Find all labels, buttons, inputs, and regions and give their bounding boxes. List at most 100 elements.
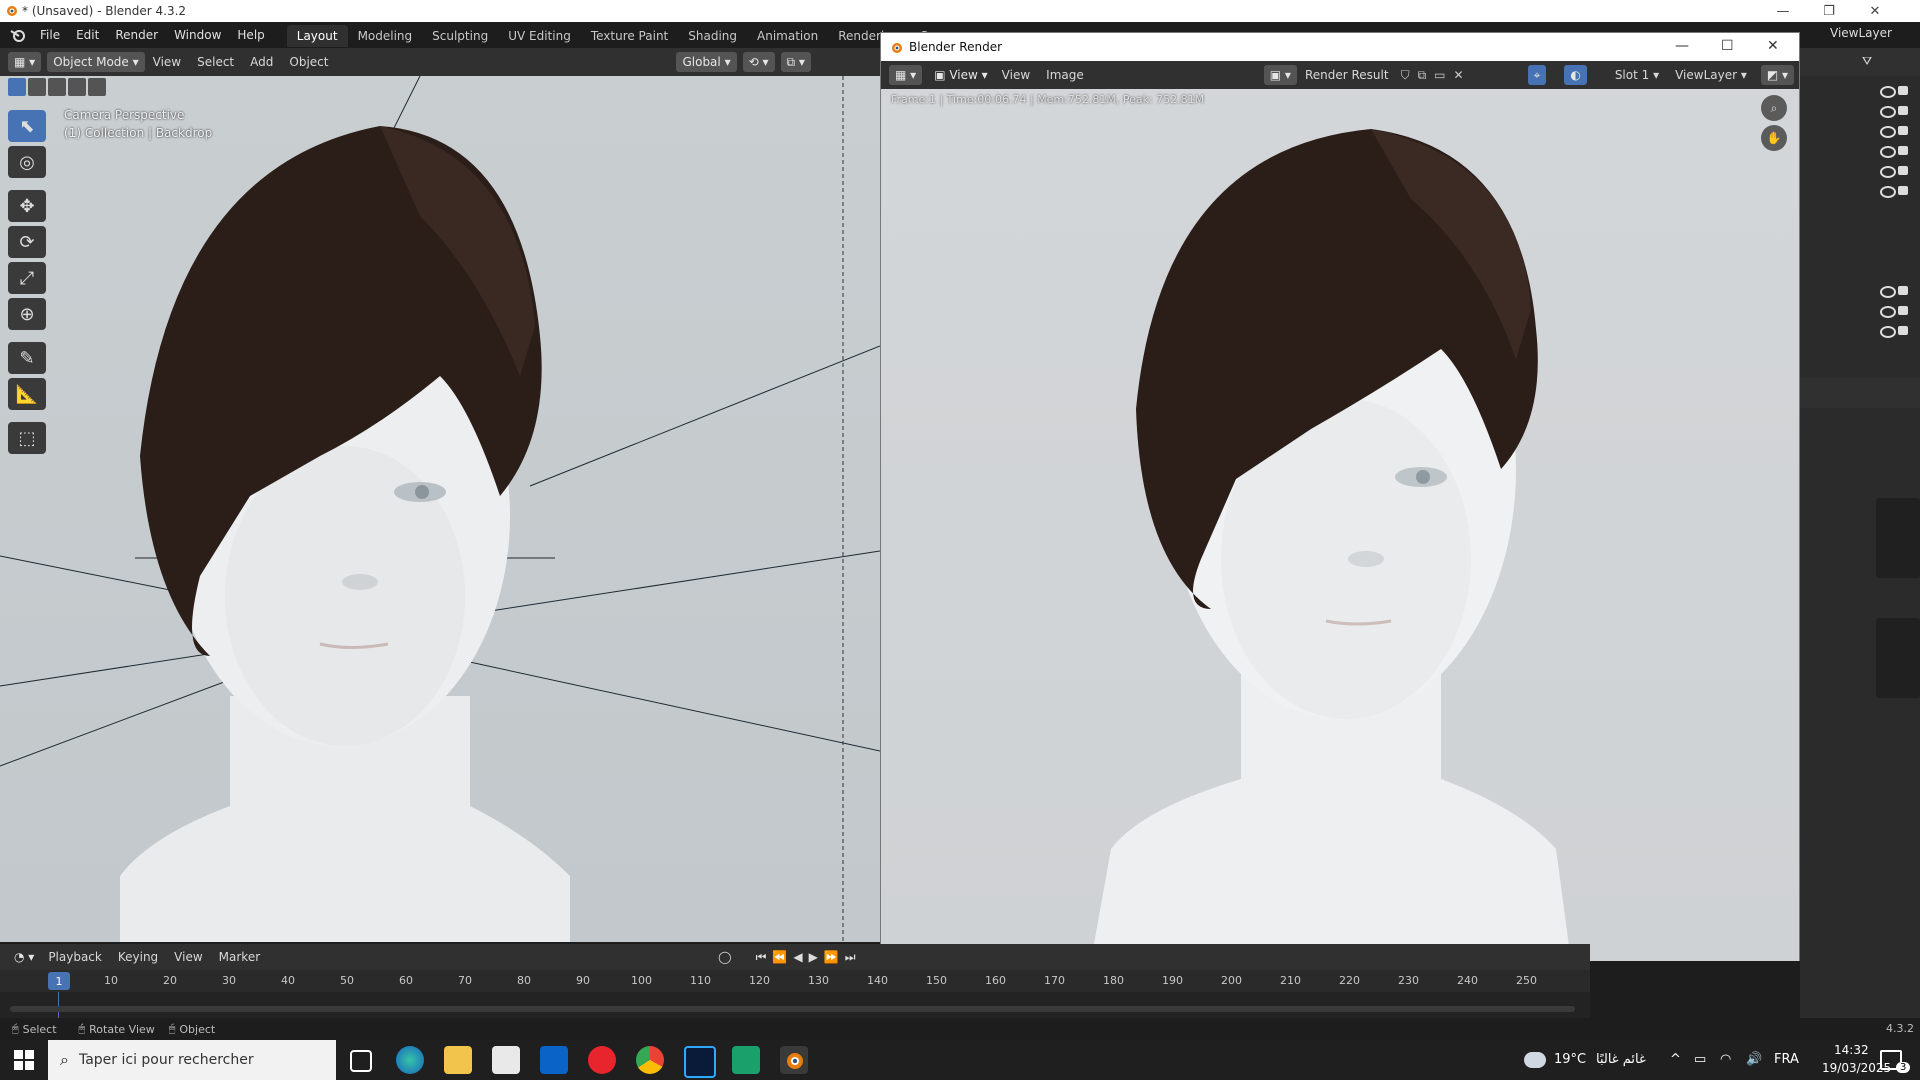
tab-layout[interactable]: Layout — [286, 25, 348, 47]
maximize-button[interactable]: ❐ — [1806, 0, 1852, 22]
taskbar-search-box[interactable]: ⌕ Taper ici pour rechercher — [48, 1040, 336, 1080]
editor-type-dropdown[interactable]: ▦ ▾ — [8, 52, 42, 72]
shield-icon[interactable]: ⛉ — [1401, 68, 1410, 83]
file-explorer-icon[interactable] — [444, 1046, 472, 1074]
store-icon[interactable] — [492, 1046, 520, 1074]
annotate-tool[interactable]: ✎ — [8, 342, 46, 374]
display-channels-dropdown[interactable]: ◩ ▾ — [1760, 65, 1795, 85]
list-box-2[interactable] — [1876, 618, 1920, 698]
timeline-scrollbar[interactable] — [10, 1006, 1575, 1012]
gizmo-toggle[interactable]: ⌖ — [1527, 65, 1547, 85]
eye-icon[interactable] — [1880, 306, 1896, 318]
camera-icon[interactable] — [1898, 286, 1908, 295]
menu-help[interactable]: Help — [229, 22, 272, 48]
select-invert-button[interactable] — [68, 78, 86, 96]
pan-hand-icon[interactable]: ✋ — [1761, 125, 1787, 151]
duplicate-icon[interactable]: ⧉ — [1418, 68, 1427, 83]
camera-icon[interactable] — [1898, 306, 1908, 315]
eye-icon[interactable] — [1880, 146, 1896, 158]
move-tool[interactable]: ✥ — [8, 190, 46, 222]
select-new-button[interactable] — [8, 78, 26, 96]
menu-render[interactable]: Render — [107, 22, 166, 48]
unlink-icon[interactable]: ✕ — [1454, 68, 1464, 82]
chrome-icon[interactable] — [636, 1046, 664, 1074]
eye-icon[interactable] — [1880, 126, 1896, 138]
weather-cloud-icon[interactable] — [1524, 1052, 1546, 1068]
tab-uv-editing[interactable]: UV Editing — [498, 25, 581, 47]
cursor-tool[interactable]: ◎ — [8, 146, 46, 178]
tab-sculpting[interactable]: Sculpting — [422, 25, 498, 47]
rotate-tool[interactable]: ⟳ — [8, 226, 46, 258]
tab-animation[interactable]: Animation — [747, 25, 828, 47]
photoshop-icon[interactable] — [684, 1046, 716, 1078]
tab-texture-paint[interactable]: Texture Paint — [581, 25, 678, 47]
camera-icon[interactable] — [1898, 186, 1908, 195]
timeline-ruler[interactable]: 10 20 30 40 50 60 70 80 90 100 110 120 1… — [0, 970, 1590, 992]
scale-tool[interactable]: ⤢ — [8, 262, 46, 294]
tab-modeling[interactable]: Modeling — [348, 25, 423, 47]
timeline-menu-marker[interactable]: Marker — [211, 950, 268, 964]
3d-viewport[interactable]: Camera Perspective (1) Collection | Back… — [0, 76, 880, 942]
current-frame-indicator[interactable]: 1 — [48, 972, 70, 990]
measure-tool[interactable]: 📐 — [8, 378, 46, 410]
edge-icon[interactable] — [396, 1046, 424, 1074]
folder-icon[interactable]: ▭ — [1434, 68, 1445, 82]
mode-dropdown[interactable]: Object Mode ▾ — [47, 52, 145, 72]
camera-icon[interactable] — [1898, 146, 1908, 155]
image-menu-view[interactable]: View — [994, 68, 1038, 82]
minimize-button[interactable]: — — [1760, 0, 1806, 22]
chevron-up-icon[interactable]: ^ — [1670, 1052, 1681, 1067]
transform-orientation-dropdown[interactable]: Global ▾ — [676, 52, 737, 72]
camera-icon[interactable] — [1898, 86, 1908, 95]
render-result-image[interactable]: Frame:1 | Time:00:06.74 | Mem:752.81M, P… — [881, 89, 1799, 961]
jump-end-icon[interactable]: ⏭ — [845, 950, 856, 965]
timeline-menu-view[interactable]: View — [166, 950, 210, 964]
windows-start-icon[interactable] — [14, 1050, 34, 1070]
clock-time[interactable]: 14:32 — [1834, 1043, 1869, 1057]
next-keyframe-icon[interactable]: ⏩ — [824, 950, 839, 964]
menu-file[interactable]: File — [32, 22, 68, 48]
transform-tool[interactable]: ⊕ — [8, 298, 46, 330]
camera-icon[interactable] — [1898, 326, 1908, 335]
camera-icon[interactable] — [1898, 166, 1908, 175]
eye-icon[interactable] — [1880, 186, 1896, 198]
overlay-toggle[interactable]: ◐ — [1564, 65, 1587, 85]
render-layer-dropdown[interactable]: ViewLayer ▾ — [1667, 68, 1755, 82]
timeline-editor-type-dropdown[interactable]: ◔ ▾ — [8, 947, 41, 967]
play-icon[interactable]: ▶ — [809, 950, 818, 964]
render-minimize-button[interactable]: — — [1675, 38, 1689, 54]
select-extend-button[interactable] — [28, 78, 46, 96]
filter-icon[interactable]: ⛛ — [1862, 54, 1872, 69]
timeline-menu-keying[interactable]: Keying — [110, 950, 166, 964]
select-intersect-button[interactable] — [88, 78, 106, 96]
zoom-icon[interactable]: ⌕ — [1761, 95, 1787, 121]
jump-start-icon[interactable]: ⏮ — [756, 950, 767, 965]
blender-taskbar-icon[interactable] — [780, 1046, 808, 1074]
camera-icon[interactable] — [1898, 126, 1908, 135]
opera-icon[interactable] — [588, 1046, 616, 1074]
select-subtract-button[interactable] — [48, 78, 66, 96]
list-box-1[interactable] — [1876, 498, 1920, 578]
menu-edit[interactable]: Edit — [68, 22, 107, 48]
viewport-menu-select[interactable]: Select — [189, 55, 242, 69]
eye-icon[interactable] — [1880, 86, 1896, 98]
network-icon[interactable]: ▭ — [1694, 1052, 1706, 1067]
record-icon[interactable]: ◯ — [718, 950, 731, 964]
blender-menu-icon[interactable] — [10, 28, 26, 42]
select-box-tool[interactable]: ⬉ — [8, 110, 46, 142]
render-close-button[interactable]: ✕ — [1767, 38, 1779, 54]
image-editor-type-dropdown[interactable]: ▦ ▾ — [889, 65, 923, 85]
weather-temp[interactable]: 19°C — [1554, 1052, 1586, 1067]
task-view-icon[interactable] — [350, 1050, 372, 1072]
render-maximize-button[interactable]: ☐ — [1721, 38, 1734, 54]
image-view-dropdown[interactable]: ▣ View ▾ — [928, 65, 994, 85]
wifi-icon[interactable]: ◠ — [1720, 1052, 1731, 1067]
camera-icon[interactable] — [1898, 106, 1908, 115]
m-app-icon[interactable] — [732, 1046, 760, 1074]
eye-icon[interactable] — [1880, 166, 1896, 178]
timeline-menu-playback[interactable]: Playback — [40, 950, 110, 964]
pivot-dropdown[interactable]: ⟲ ▾ — [742, 52, 775, 72]
menu-window[interactable]: Window — [166, 22, 229, 48]
image-menu-image[interactable]: Image — [1038, 68, 1092, 82]
eye-icon[interactable] — [1880, 106, 1896, 118]
